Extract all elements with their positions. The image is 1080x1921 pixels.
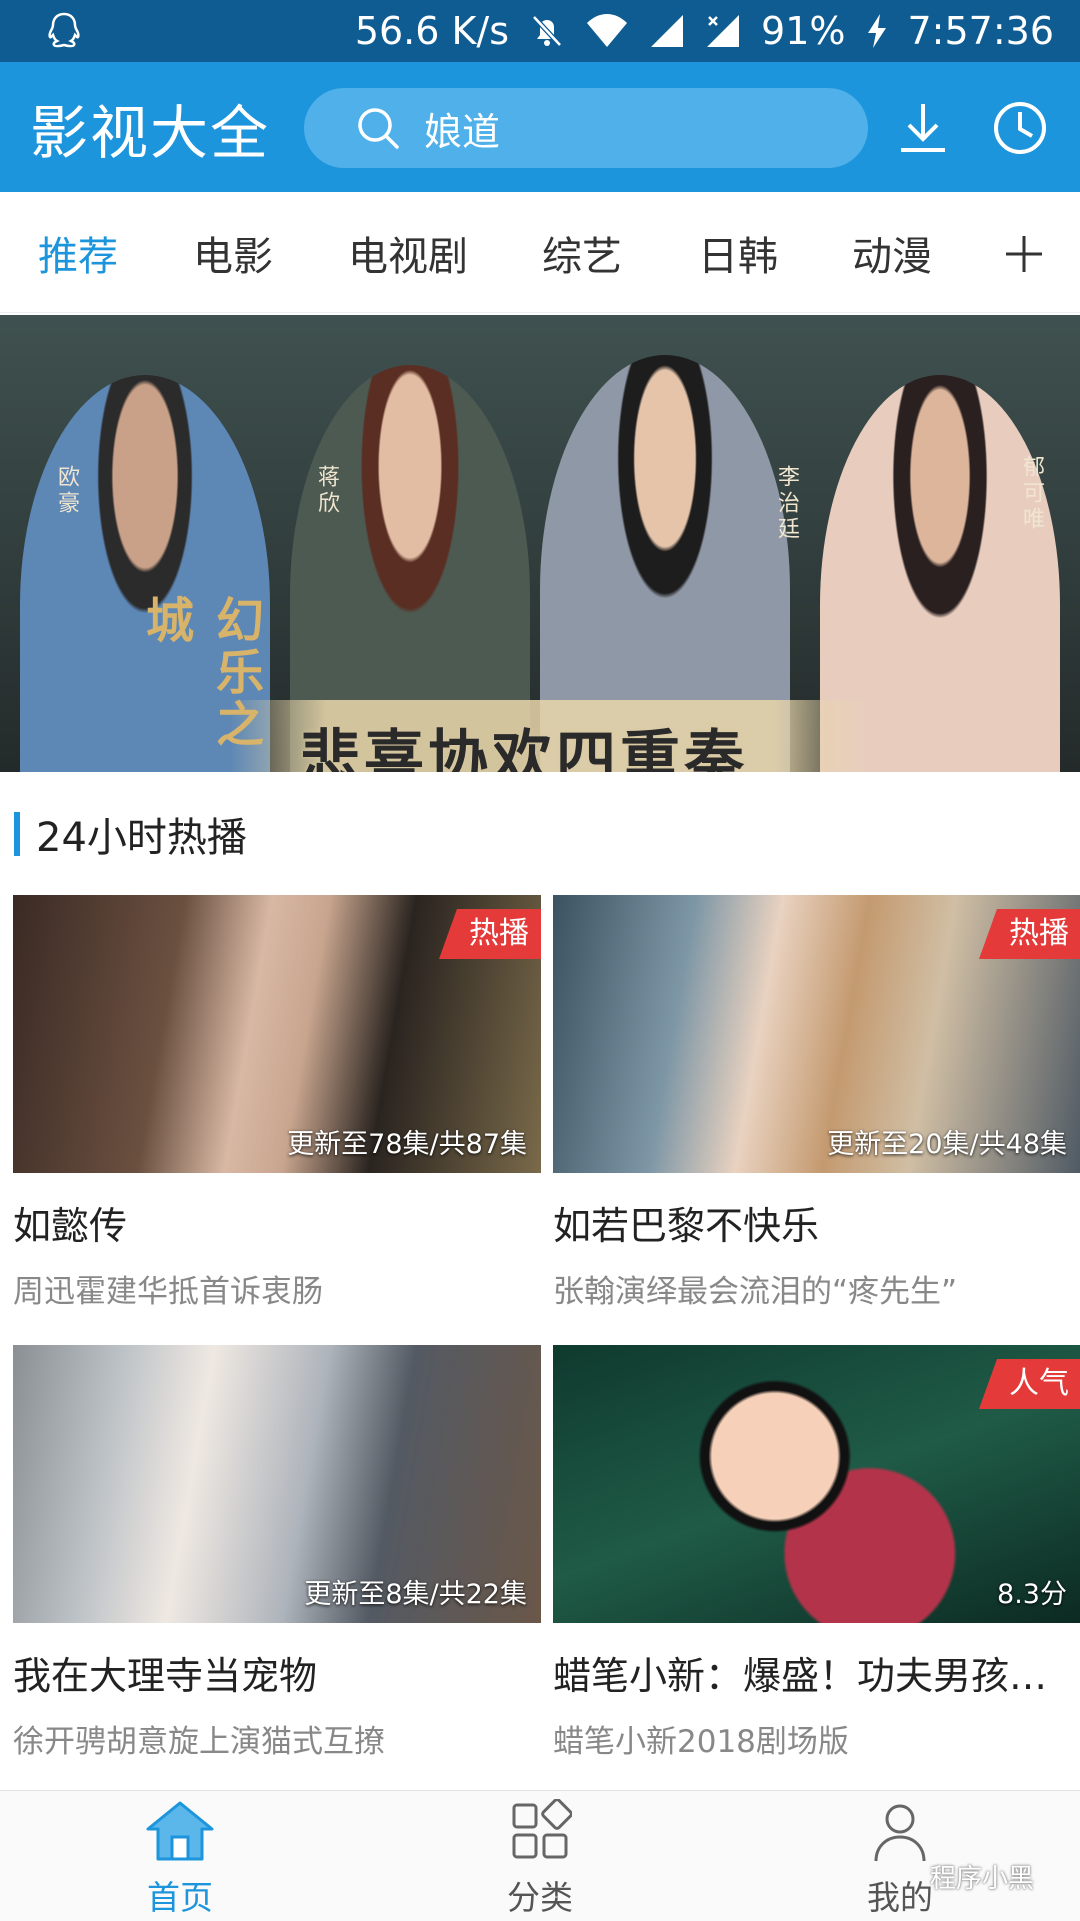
nav-category[interactable]: 分类: [460, 1798, 620, 1919]
qq-icon: [48, 12, 80, 48]
episode-status: 更新至8集/共22集: [304, 1579, 527, 1610]
video-subtitle: 周迅霍建华抵首诉衷肠: [13, 1274, 323, 1310]
signal-icon: [651, 15, 684, 47]
cast-name: 蒋欣: [314, 465, 339, 517]
video-thumbnail[interactable]: 更新至8集/共22集: [13, 1345, 541, 1623]
nav-home[interactable]: 首页: [100, 1799, 260, 1919]
wifi-icon: [587, 14, 628, 47]
bottom-navigation: 首页 分类 我的: [0, 1790, 1080, 1921]
add-tab-icon[interactable]: [1000, 230, 1048, 278]
video-thumbnail[interactable]: 热播 更新至78集/共87集: [13, 895, 541, 1173]
mute-icon: [532, 15, 562, 47]
history-icon[interactable]: [990, 98, 1050, 158]
hot-badge: 热播: [439, 909, 541, 959]
banner-title: 悲喜协欢四重奏: [300, 724, 748, 772]
video-card[interactable]: 人气 8.3分 蜡笔小新：爆盛！功夫男孩～… 蜡笔小新2018剧场版: [553, 1345, 1080, 1761]
profile-icon: [874, 1804, 926, 1862]
video-card[interactable]: 更新至8集/共22集 我在大理寺当宠物 徐开骋胡意旋上演猫式互撩: [13, 1345, 541, 1761]
video-subtitle: 蜡笔小新2018剧场版: [553, 1724, 849, 1760]
tab-recommend[interactable]: 推荐: [38, 224, 118, 282]
nav-home-label: 首页: [147, 1878, 213, 1917]
battery-percent: 91%: [761, 9, 846, 53]
section-accent-bar: [14, 812, 20, 856]
video-title[interactable]: 蜡笔小新：爆盛！功夫男孩～…: [553, 1645, 1080, 1700]
search-input[interactable]: 娘道: [424, 101, 500, 156]
app-logo: 影视大全: [30, 99, 271, 167]
show-logo: 幻乐之城: [137, 595, 263, 751]
hot-badge: 热播: [979, 909, 1080, 959]
cast-name: 李治廷: [774, 465, 799, 543]
tab-tv-series[interactable]: 电视剧: [348, 224, 468, 282]
section-title: 24小时热播: [36, 815, 247, 861]
hero-banner[interactable]: 悲喜协欢四重奏 欧豪 蒋欣 李治廷 郁可唯 幻乐之城: [0, 315, 1080, 772]
tab-movie[interactable]: 电影: [193, 224, 273, 282]
search-icon: [358, 108, 399, 149]
video-thumbnail[interactable]: 热播 更新至20集/共48集: [553, 895, 1080, 1173]
video-subtitle: 徐开骋胡意旋上演猫式互撩: [13, 1724, 385, 1760]
clock: 7:57:36: [907, 9, 1055, 53]
charging-icon: [867, 14, 886, 48]
video-card[interactable]: 热播 更新至78集/共87集 如懿传 周迅霍建华抵首诉衷肠: [13, 895, 541, 1311]
video-title[interactable]: 如若巴黎不快乐: [553, 1195, 1080, 1250]
video-thumbnail[interactable]: 人气 8.3分: [553, 1345, 1080, 1623]
tab-variety[interactable]: 综艺: [542, 224, 622, 282]
category-icon: [512, 1798, 573, 1859]
tab-japan-korea[interactable]: 日韩: [698, 224, 778, 282]
home-icon: [146, 1801, 214, 1861]
episode-status: 更新至20集/共48集: [827, 1129, 1067, 1160]
video-title[interactable]: 如懿传: [13, 1195, 541, 1250]
nav-category-label: 分类: [507, 1878, 573, 1917]
signal-noservice-icon: [707, 15, 740, 47]
search-bar[interactable]: 娘道: [304, 88, 868, 168]
popular-badge: 人气: [979, 1359, 1080, 1409]
app-header: 影视大全 娘道: [0, 62, 1080, 192]
tab-anime[interactable]: 动漫: [852, 224, 932, 282]
rating-score: 8.3分: [997, 1579, 1067, 1610]
episode-status: 更新至78集/共87集: [287, 1129, 527, 1160]
cast-name: 郁可唯: [1019, 455, 1044, 533]
video-subtitle: 张翰演绎最会流泪的“疼先生”: [553, 1274, 958, 1310]
section-header: 24小时热播: [14, 804, 247, 864]
download-icon[interactable]: [893, 98, 953, 158]
cast-name: 欧豪: [54, 465, 79, 517]
network-speed: 56.6 K/s: [354, 9, 510, 53]
video-title[interactable]: 我在大理寺当宠物: [13, 1645, 541, 1700]
status-bar: 56.6 K/s 91% 7:57:36: [0, 0, 1080, 62]
video-card[interactable]: 热播 更新至20集/共48集 如若巴黎不快乐 张翰演绎最会流泪的“疼先生”: [553, 895, 1080, 1311]
watermark-text: 程序小黑: [930, 1864, 1035, 1894]
category-tabs: 推荐 电影 电视剧 综艺 日韩 动漫: [0, 192, 1080, 313]
